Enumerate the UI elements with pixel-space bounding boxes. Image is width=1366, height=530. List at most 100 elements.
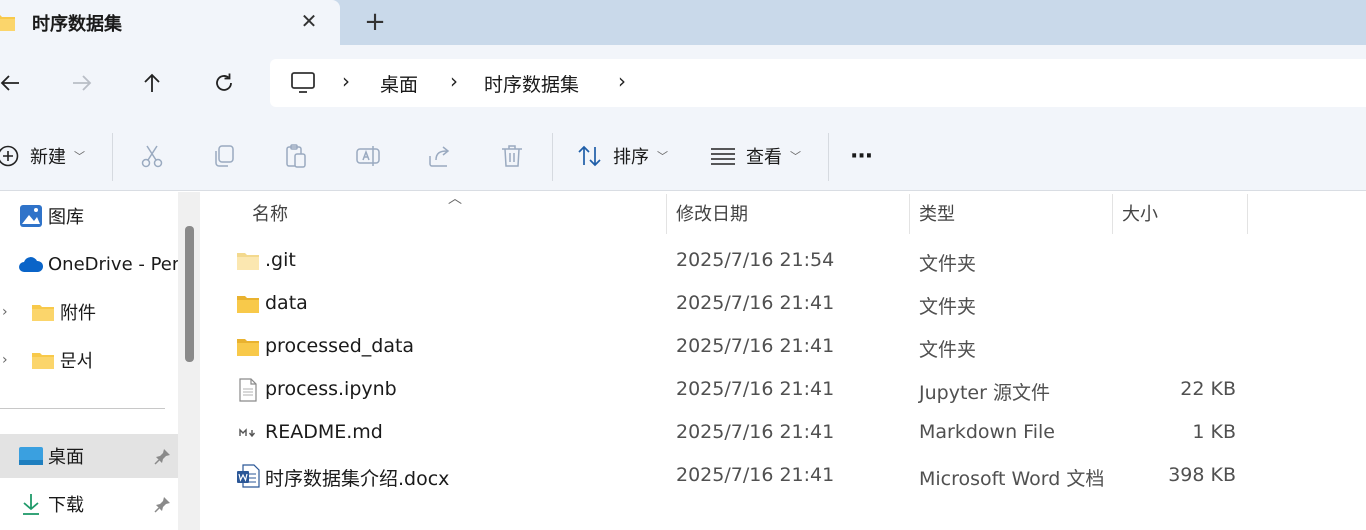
chevron-right-icon[interactable]: › [618, 69, 626, 93]
more-options-button[interactable]: ··· [850, 141, 873, 171]
file-type: 文件夹 [919, 296, 977, 318]
monitor-icon [291, 72, 315, 93]
chevron-right-icon[interactable]: › [2, 304, 8, 320]
list-view-icon [711, 148, 735, 165]
copy-icon [215, 145, 234, 167]
delete-button[interactable] [497, 141, 527, 171]
arrow-left-icon [0, 75, 19, 91]
divider [112, 133, 113, 181]
view-label: 查看 [746, 147, 782, 168]
address-bar[interactable]: › 桌面 › 时序数据集 › [270, 59, 1366, 107]
file-modified: 2025/7/16 21:41 [676, 464, 835, 486]
navigation-pane: 图库 OneDrive - Per › 附件 › 문서 桌面 下载 [0, 192, 179, 530]
table-row[interactable]: README.md 2025/7/16 21:41 Markdown File … [204, 412, 1366, 455]
table-row[interactable]: processed_data 2025/7/16 21:41 文件夹 [204, 326, 1366, 369]
sidebar-item-downloads[interactable]: 下载 [0, 482, 178, 526]
table-row[interactable]: data 2025/7/16 21:41 文件夹 [204, 283, 1366, 326]
scissors-icon [141, 145, 163, 168]
up-button[interactable] [134, 65, 170, 101]
chevron-down-icon: ﹀ [657, 150, 668, 163]
sort-icon [578, 145, 601, 167]
command-bar: 新建 ﹀ 排序 ﹀ 查看 ﹀ ··· [0, 121, 1366, 191]
column-header-type[interactable]: 类型 [919, 192, 955, 234]
file-modified: 2025/7/16 21:41 [676, 292, 835, 314]
sidebar-item-documents[interactable]: › 문서 [0, 338, 178, 382]
file-type: Jupyter 源文件 [919, 382, 1050, 404]
file-type: 文件夹 [919, 253, 977, 275]
cut-button[interactable] [137, 141, 167, 171]
new-button[interactable]: 新建 ﹀ [0, 141, 85, 171]
sort-button[interactable]: 排序 ﹀ [577, 141, 668, 171]
file-modified: 2025/7/16 21:41 [676, 335, 835, 357]
scrollbar-thumb[interactable] [185, 226, 194, 362]
clipboard-icon [286, 144, 306, 168]
file-size: 22 KB [1180, 378, 1236, 400]
file-size: 398 KB [1168, 464, 1236, 486]
navigation-bar: › 桌面 › 时序数据集 › [0, 45, 1366, 121]
sidebar-item-onedrive[interactable]: OneDrive - Per [0, 242, 179, 286]
folder-icon [237, 296, 259, 313]
file-type: Microsoft Word 文档 [919, 468, 1105, 490]
file-modified: 2025/7/16 21:41 [676, 421, 835, 443]
chevron-right-icon[interactable]: › [2, 352, 8, 368]
arrow-right-icon [73, 75, 92, 91]
rename-button[interactable] [353, 141, 383, 171]
close-icon[interactable]: ✕ [296, 8, 322, 34]
file-name: 时序数据集介绍.docx [265, 468, 450, 490]
breadcrumb-current-folder[interactable]: 时序数据集 [484, 70, 579, 97]
sort-label: 排序 [613, 147, 649, 168]
pin-icon[interactable] [154, 447, 172, 465]
file-name: README.md [265, 421, 383, 443]
tab-current-folder[interactable]: 时序数据集 ✕ [0, 0, 340, 45]
divider [828, 133, 829, 181]
chevron-right-icon[interactable]: › [450, 69, 458, 93]
table-row[interactable]: 时序数据集介绍.docx 2025/7/16 21:41 Microsoft W… [204, 455, 1366, 498]
file-modified: 2025/7/16 21:54 [676, 249, 835, 271]
plus-circle-icon [0, 145, 19, 167]
forward-button[interactable] [64, 65, 100, 101]
folder-icon [237, 339, 259, 356]
paste-button[interactable] [281, 141, 311, 171]
breadcrumb-desktop[interactable]: 桌面 [380, 70, 418, 97]
file-type: Markdown File [919, 421, 1055, 443]
chevron-right-icon[interactable]: › [342, 69, 350, 93]
column-header-name[interactable]: 名称 [252, 192, 288, 234]
column-header-size[interactable]: 大小 [1122, 192, 1158, 234]
download-icon [18, 491, 44, 517]
copy-button[interactable] [209, 141, 239, 171]
column-divider[interactable] [909, 194, 910, 234]
column-divider[interactable] [1112, 194, 1113, 234]
file-name: process.ipynb [265, 378, 397, 400]
sidebar-item-label: 下载 [48, 495, 84, 516]
refresh-button[interactable] [206, 65, 242, 101]
sidebar-item-attachments[interactable]: › 附件 [0, 290, 178, 334]
rename-icon [356, 146, 380, 166]
column-divider[interactable] [1247, 194, 1248, 234]
new-tab-button[interactable]: + [360, 8, 390, 38]
file-name: processed_data [265, 335, 415, 357]
column-header-modified[interactable]: 修改日期 [676, 192, 748, 234]
trash-icon [502, 145, 522, 167]
sidebar-item-label: 桌面 [48, 447, 84, 468]
view-button[interactable]: 查看 ﹀ [710, 141, 801, 171]
refresh-icon [216, 73, 232, 91]
desktop-icon [18, 443, 44, 469]
sidebar-item-label: 附件 [60, 303, 96, 324]
sidebar-item-label: 图库 [48, 207, 84, 228]
share-icon [429, 146, 450, 167]
cloud-icon [18, 251, 44, 277]
sidebar-item-gallery[interactable]: 图库 [0, 194, 178, 238]
arrow-up-icon [144, 73, 160, 92]
back-button[interactable] [0, 65, 28, 101]
table-row[interactable]: .git 2025/7/16 21:54 文件夹 [204, 240, 1366, 283]
document-icon [239, 378, 257, 402]
file-modified: 2025/7/16 21:41 [676, 378, 835, 400]
file-type: 文件夹 [919, 339, 977, 361]
sidebar-item-desktop[interactable]: 桌面 [0, 434, 178, 478]
share-button[interactable] [425, 141, 455, 171]
folder-icon [30, 299, 56, 325]
chevron-down-icon: ﹀ [790, 150, 801, 163]
pin-icon[interactable] [154, 495, 172, 513]
table-row[interactable]: process.ipynb 2025/7/16 21:41 Jupyter 源文… [204, 369, 1366, 412]
column-divider[interactable] [666, 194, 667, 234]
